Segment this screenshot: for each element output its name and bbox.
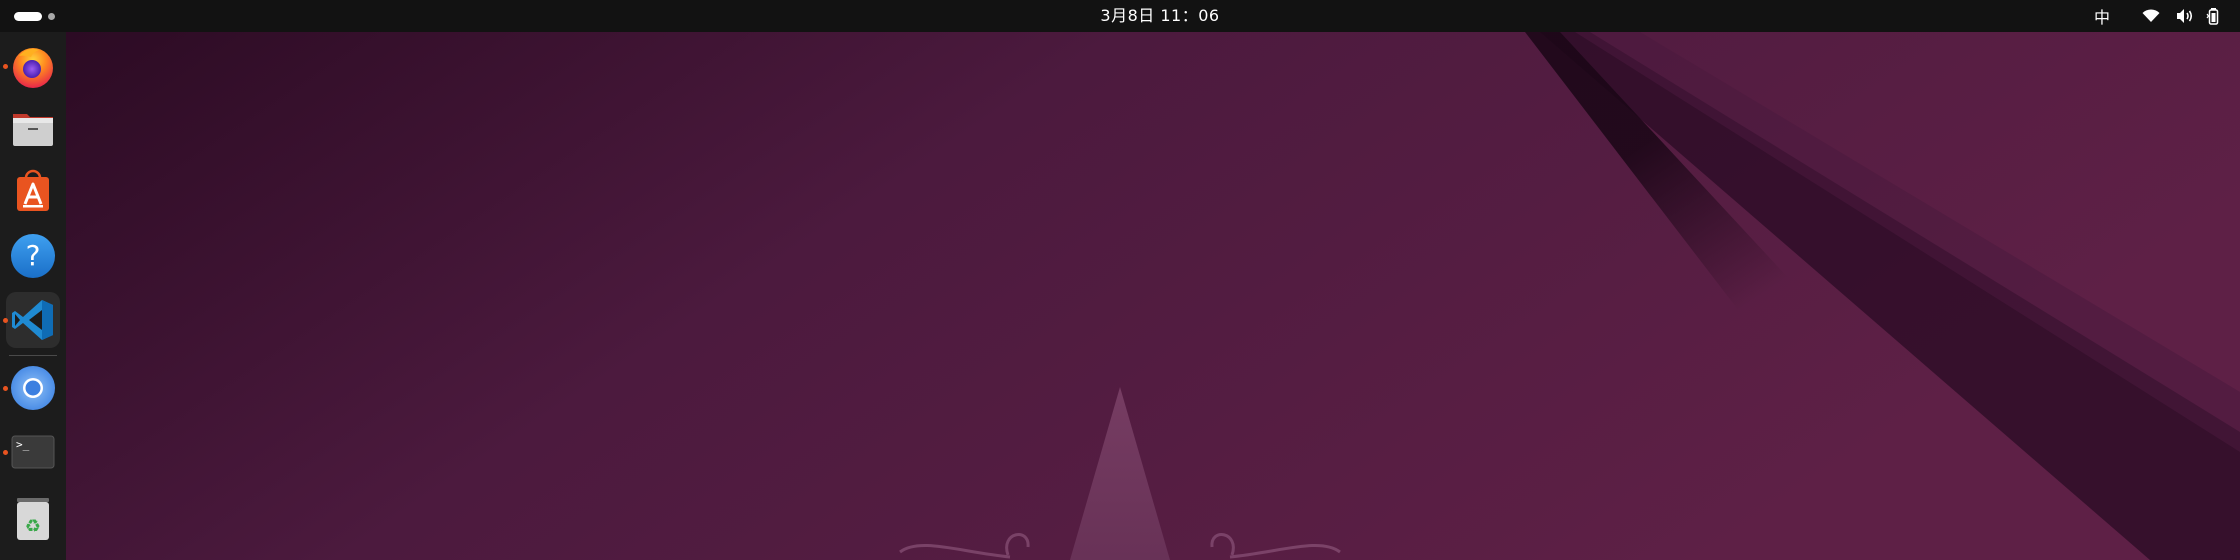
wallpaper <box>0 32 2240 560</box>
app-center-icon <box>17 169 49 211</box>
dock-item-trash[interactable]: ♻ <box>6 488 60 544</box>
folder-icon <box>13 114 53 146</box>
dock-item-app-center[interactable] <box>6 164 60 220</box>
dock-item-chromium[interactable] <box>3 358 60 414</box>
volume-icon[interactable] <box>2176 0 2194 32</box>
trash-icon: ♻ <box>17 498 49 540</box>
running-indicator <box>3 64 8 69</box>
dock-separator <box>9 355 57 356</box>
dock-item-help[interactable]: ? <box>6 228 60 284</box>
workspace-indicator-active <box>14 11 42 21</box>
help-icon: ? <box>11 234 55 278</box>
running-indicator <box>3 450 8 455</box>
dock-item-vscode[interactable] <box>3 292 60 348</box>
terminal-prompt: >_ <box>16 438 30 451</box>
firefox-icon <box>13 48 53 88</box>
dock-item-files[interactable] <box>6 100 60 156</box>
dock: ? >_ ♻ <box>0 32 66 560</box>
top-bar: 3月8日 11：06 中 <box>0 0 2240 32</box>
clock[interactable]: 3月8日 11：06 <box>1050 0 1270 32</box>
dock-item-terminal[interactable]: >_ <box>3 424 60 480</box>
wifi-icon[interactable] <box>2142 0 2160 32</box>
activities-button[interactable] <box>14 10 60 22</box>
vscode-icon <box>12 300 53 340</box>
dock-item-firefox[interactable] <box>3 38 60 94</box>
chromium-icon <box>11 366 55 410</box>
running-indicator <box>3 318 8 323</box>
running-indicator <box>3 386 8 391</box>
desktop: 3月8日 11：06 中 ? >_ ♻ <box>0 0 2240 560</box>
terminal-icon: >_ <box>11 435 55 469</box>
help-glyph: ? <box>26 239 41 272</box>
recycle-glyph: ♻ <box>25 516 41 537</box>
input-method-indicator[interactable]: 中 <box>2094 0 2110 32</box>
system-tray[interactable]: 中 <box>2094 0 2222 32</box>
workspace-indicator <box>48 12 55 20</box>
battery-icon[interactable] <box>2206 0 2222 32</box>
